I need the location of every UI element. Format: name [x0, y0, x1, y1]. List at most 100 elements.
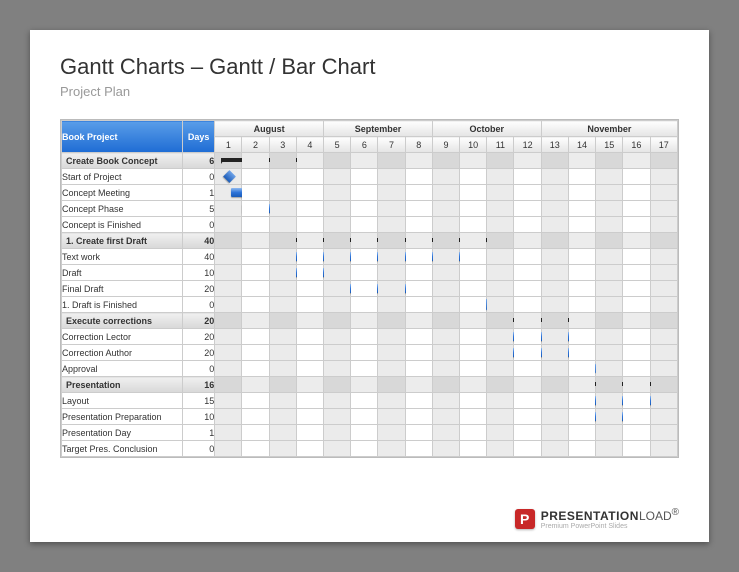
- col-header-days: Days: [182, 121, 214, 153]
- timeline-cell: [351, 281, 378, 297]
- task-label: Concept Meeting: [62, 185, 183, 201]
- timeline-cell: [541, 233, 568, 249]
- timeline-cell: [378, 297, 405, 313]
- timeline-cell: [242, 345, 269, 361]
- timeline-cell: [650, 409, 677, 425]
- timeline-cell: [460, 153, 487, 169]
- timeline-cell: [596, 281, 623, 297]
- timeline-cell: [623, 185, 650, 201]
- unit-header: 9: [432, 137, 459, 153]
- timeline-cell: [623, 297, 650, 313]
- timeline-cell: [460, 377, 487, 393]
- timeline-cell: [514, 169, 541, 185]
- timeline-cell: [596, 329, 623, 345]
- timeline-cell: [215, 153, 242, 169]
- timeline-cell: [487, 233, 514, 249]
- timeline-cell: [215, 425, 242, 441]
- timeline-cell: [568, 217, 595, 233]
- timeline-cell: [514, 377, 541, 393]
- timeline-cell: [596, 297, 623, 313]
- timeline-cell: [242, 393, 269, 409]
- timeline-cell: [324, 297, 351, 313]
- timeline-cell: [378, 425, 405, 441]
- unit-header: 3: [269, 137, 296, 153]
- timeline-cell: [269, 185, 296, 201]
- timeline-cell: [568, 153, 595, 169]
- timeline-cell: [242, 249, 269, 265]
- timeline-cell: [215, 169, 242, 185]
- timeline-cell: [378, 249, 405, 265]
- timeline-cell: [432, 441, 459, 457]
- timeline-cell: [623, 313, 650, 329]
- timeline-cell: [269, 265, 296, 281]
- timeline-cell: [568, 313, 595, 329]
- timeline-cell: [514, 233, 541, 249]
- timeline-cell: [432, 329, 459, 345]
- timeline-cell: [296, 297, 323, 313]
- timeline-cell: [460, 313, 487, 329]
- timeline-cell: [487, 377, 514, 393]
- timeline-cell: [460, 233, 487, 249]
- timeline-cell: [568, 441, 595, 457]
- timeline-cell: [568, 345, 595, 361]
- timeline-cell: [215, 377, 242, 393]
- timeline-cell: [405, 233, 432, 249]
- timeline-cell: [432, 409, 459, 425]
- timeline-cell: [650, 345, 677, 361]
- timeline-cell: [351, 393, 378, 409]
- timeline-cell: [405, 249, 432, 265]
- timeline-cell: [269, 409, 296, 425]
- task-label: 1. Create first Draft: [62, 233, 183, 249]
- timeline-cell: [541, 377, 568, 393]
- timeline-cell: [296, 313, 323, 329]
- timeline-cell: [487, 281, 514, 297]
- timeline-cell: [623, 265, 650, 281]
- timeline-cell: [623, 345, 650, 361]
- timeline-cell: [568, 393, 595, 409]
- timeline-cell: [405, 201, 432, 217]
- timeline-cell: [324, 249, 351, 265]
- unit-header: 1: [215, 137, 242, 153]
- timeline-cell: [541, 265, 568, 281]
- task-label: Text work: [62, 249, 183, 265]
- timeline-cell: [460, 265, 487, 281]
- month-header: August: [215, 121, 324, 137]
- unit-header: 14: [568, 137, 595, 153]
- task-days: 0: [182, 217, 214, 233]
- timeline-cell: [242, 201, 269, 217]
- timeline-cell: [351, 329, 378, 345]
- unit-header: 16: [623, 137, 650, 153]
- timeline-cell: [432, 425, 459, 441]
- timeline-cell: [487, 361, 514, 377]
- timeline-cell: [405, 393, 432, 409]
- timeline-cell: [623, 153, 650, 169]
- timeline-cell: [242, 329, 269, 345]
- timeline-cell: [596, 249, 623, 265]
- timeline-cell: [460, 217, 487, 233]
- timeline-cell: [351, 297, 378, 313]
- timeline-cell: [432, 361, 459, 377]
- timeline-cell: [351, 345, 378, 361]
- timeline-cell: [405, 297, 432, 313]
- timeline-cell: [514, 345, 541, 361]
- task-days: 1: [182, 185, 214, 201]
- timeline-cell: [514, 217, 541, 233]
- timeline-cell: [324, 409, 351, 425]
- timeline-cell: [324, 345, 351, 361]
- timeline-cell: [432, 217, 459, 233]
- timeline-cell: [351, 201, 378, 217]
- timeline-cell: [650, 329, 677, 345]
- timeline-cell: [650, 425, 677, 441]
- timeline-cell: [378, 169, 405, 185]
- timeline-cell: [460, 281, 487, 297]
- timeline-cell: [405, 441, 432, 457]
- timeline-cell: [269, 217, 296, 233]
- unit-header: 15: [596, 137, 623, 153]
- timeline-cell: [215, 313, 242, 329]
- unit-header: 8: [405, 137, 432, 153]
- gantt-chart: Book ProjectDaysAugustSeptemberOctoberNo…: [60, 119, 679, 458]
- task-label: Presentation Preparation: [62, 409, 183, 425]
- timeline-cell: [596, 393, 623, 409]
- timeline-cell: [215, 233, 242, 249]
- timeline-cell: [324, 217, 351, 233]
